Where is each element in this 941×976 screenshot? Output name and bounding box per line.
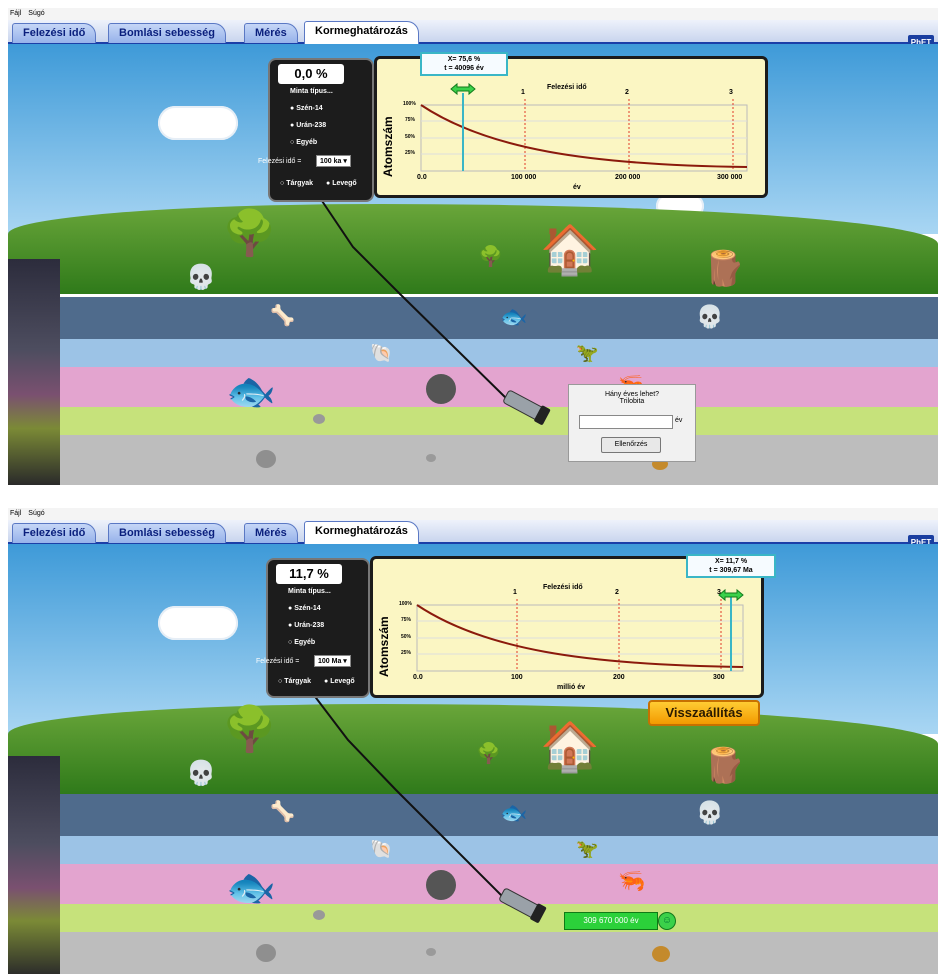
- y-tick: 25%: [405, 150, 416, 156]
- halflife-marker-2: 2: [615, 589, 619, 596]
- sample-type-label: Minta típus...: [290, 88, 333, 95]
- x-tick: 100: [511, 674, 523, 681]
- halflife-marker-1: 1: [513, 589, 517, 596]
- dialog-object: Trilobita: [619, 398, 645, 405]
- age-input[interactable]: [579, 415, 673, 429]
- menu-bar: Fájl Súgó: [8, 508, 938, 520]
- option-label: Urán-238: [296, 122, 327, 129]
- callout-x: X= 11,7 %: [714, 558, 748, 565]
- graph-xlabel: év: [573, 184, 581, 191]
- halflife-marker-3: 3: [729, 89, 733, 96]
- dialog-question: Hány éves lehet?: [604, 391, 660, 398]
- x-tick: 0.0: [413, 674, 423, 681]
- option-carbon14[interactable]: ● Szén-14: [288, 605, 321, 612]
- option-other[interactable]: ○ Egyéb: [290, 139, 317, 146]
- x-tick: 300 000: [717, 174, 743, 181]
- graph-plot: [420, 82, 748, 172]
- x-tick: 300: [713, 674, 725, 681]
- option-label: Szén-14: [294, 605, 321, 612]
- halflife-label: Felezési idő =: [258, 158, 302, 165]
- callout-t: t = 40096 év: [444, 65, 484, 72]
- y-tick: 100%: [399, 601, 412, 607]
- smiley-face-icon: ☺: [658, 912, 676, 930]
- halflife-value: 100 ka: [320, 158, 342, 165]
- graph-xlabel: millió év: [557, 684, 586, 691]
- option-carbon14[interactable]: ● Szén-14: [290, 105, 323, 112]
- option-label: Egyéb: [294, 639, 316, 646]
- tab-half-life[interactable]: Felezési idő: [12, 523, 97, 543]
- menu-help[interactable]: Súgó: [28, 10, 44, 17]
- option-label: Szén-14: [296, 105, 323, 112]
- x-tick: 200: [613, 674, 625, 681]
- callout-t: t = 309,67 Ma: [709, 567, 753, 574]
- tab-decay-rate[interactable]: Bomlási sebesség: [108, 23, 226, 43]
- percent-display: 0,0 %: [278, 64, 344, 84]
- percent-display: 11,7 %: [276, 564, 342, 584]
- x-tick: 100 000: [511, 174, 537, 181]
- graph-plot: [416, 588, 744, 672]
- option-objects[interactable]: ○ Tárgyak: [280, 180, 313, 187]
- halflife-marker-1: 1: [521, 89, 525, 96]
- tab-decay-rate[interactable]: Bomlási sebesség: [108, 523, 226, 543]
- x-tick: 200 000: [615, 174, 641, 181]
- y-tick: 75%: [401, 617, 412, 623]
- dating-scene: 🌳 🌳 🏠 💀 🪵 🦴 🐟 💀 🐚 🦖 🐟 🦐 11,7 % Minta típ…: [8, 544, 938, 974]
- halflife-select[interactable]: 100 ka ▾: [316, 155, 351, 167]
- graph-readout-callout: X= 11,7 % t = 309,67 Ma: [686, 554, 776, 578]
- option-label: Tárgyak: [284, 678, 312, 685]
- halflife-label: Felezési idő =: [256, 658, 300, 665]
- option-label: Urán-238: [294, 622, 325, 629]
- option-label: Tárgyak: [286, 180, 314, 187]
- tab-measurement[interactable]: Mérés: [244, 523, 298, 543]
- halflife-select[interactable]: 100 Ma ▾: [314, 655, 351, 667]
- dating-scene: 🌳 🌳 🏠 💀 🪵 🦴 🐟 💀 🐚 🦖 🐟 🦐 0,0 % Minta típu…: [8, 44, 938, 485]
- menu-file[interactable]: Fájl: [10, 10, 21, 17]
- sim-panel-top: Fájl Súgó Felezési idő Bomlási sebesség M…: [8, 8, 938, 485]
- tab-dating[interactable]: Kormeghatározás: [304, 21, 419, 44]
- y-tick: 50%: [405, 134, 416, 140]
- x-tick: 0.0: [417, 174, 427, 181]
- y-tick: 75%: [405, 117, 416, 123]
- meter-panel: 11,7 % Minta típus... ● Szén-14 ● Urán-2…: [256, 558, 370, 698]
- y-tick: 100%: [403, 101, 416, 107]
- tab-bar: Felezési idő Bomlási sebesség Mérés Korm…: [8, 20, 938, 50]
- sim-panel-bottom: Fájl Súgó Felezési idő Bomlási sebesség M…: [8, 508, 938, 974]
- menu-help[interactable]: Súgó: [28, 510, 44, 517]
- age-unit: év: [675, 417, 683, 424]
- callout-x: X= 75,6 %: [447, 56, 481, 63]
- y-tick: 50%: [401, 634, 412, 640]
- menu-bar: Fájl Súgó: [8, 8, 938, 20]
- tab-half-life[interactable]: Felezési idő: [12, 23, 97, 43]
- tab-dating[interactable]: Kormeghatározás: [304, 521, 419, 544]
- option-label: Levegő: [330, 678, 355, 685]
- tab-bar: Felezési idő Bomlási sebesség Mérés Korm…: [8, 520, 938, 550]
- option-label: Levegő: [332, 180, 357, 187]
- option-objects[interactable]: ○ Tárgyak: [278, 678, 311, 685]
- sample-type-label: Minta típus...: [288, 588, 331, 595]
- age-guess-dialog: Hány éves lehet? Trilobita év Ellenőrzés: [568, 384, 696, 462]
- menu-file[interactable]: Fájl: [10, 510, 21, 517]
- tab-measurement[interactable]: Mérés: [244, 23, 298, 43]
- option-other[interactable]: ○ Egyéb: [288, 639, 315, 646]
- check-button[interactable]: Ellenőrzés: [601, 437, 661, 453]
- graph-readout-callout: X= 75,6 % t = 40096 év: [420, 52, 508, 76]
- reset-button[interactable]: Visszaállítás: [648, 700, 760, 726]
- option-uranium238[interactable]: ● Urán-238: [288, 622, 324, 629]
- halflife-marker-3: 3: [717, 589, 721, 596]
- y-tick: 25%: [401, 650, 412, 656]
- halflife-marker-2: 2: [625, 89, 629, 96]
- option-uranium238[interactable]: ● Urán-238: [290, 122, 326, 129]
- decay-graph: Atomszám Felezési idő 1 2 3 100% 75% 50%…: [374, 56, 768, 198]
- halflife-value: 100 Ma: [318, 658, 342, 665]
- option-label: Egyéb: [296, 139, 318, 146]
- option-air[interactable]: ● Levegő: [326, 180, 357, 187]
- age-readout: 309 670 000 év: [564, 912, 658, 930]
- meter-panel: 0,0 % Minta típus... ● Szén-14 ● Urán-23…: [258, 58, 374, 202]
- option-air[interactable]: ● Levegő: [324, 678, 355, 685]
